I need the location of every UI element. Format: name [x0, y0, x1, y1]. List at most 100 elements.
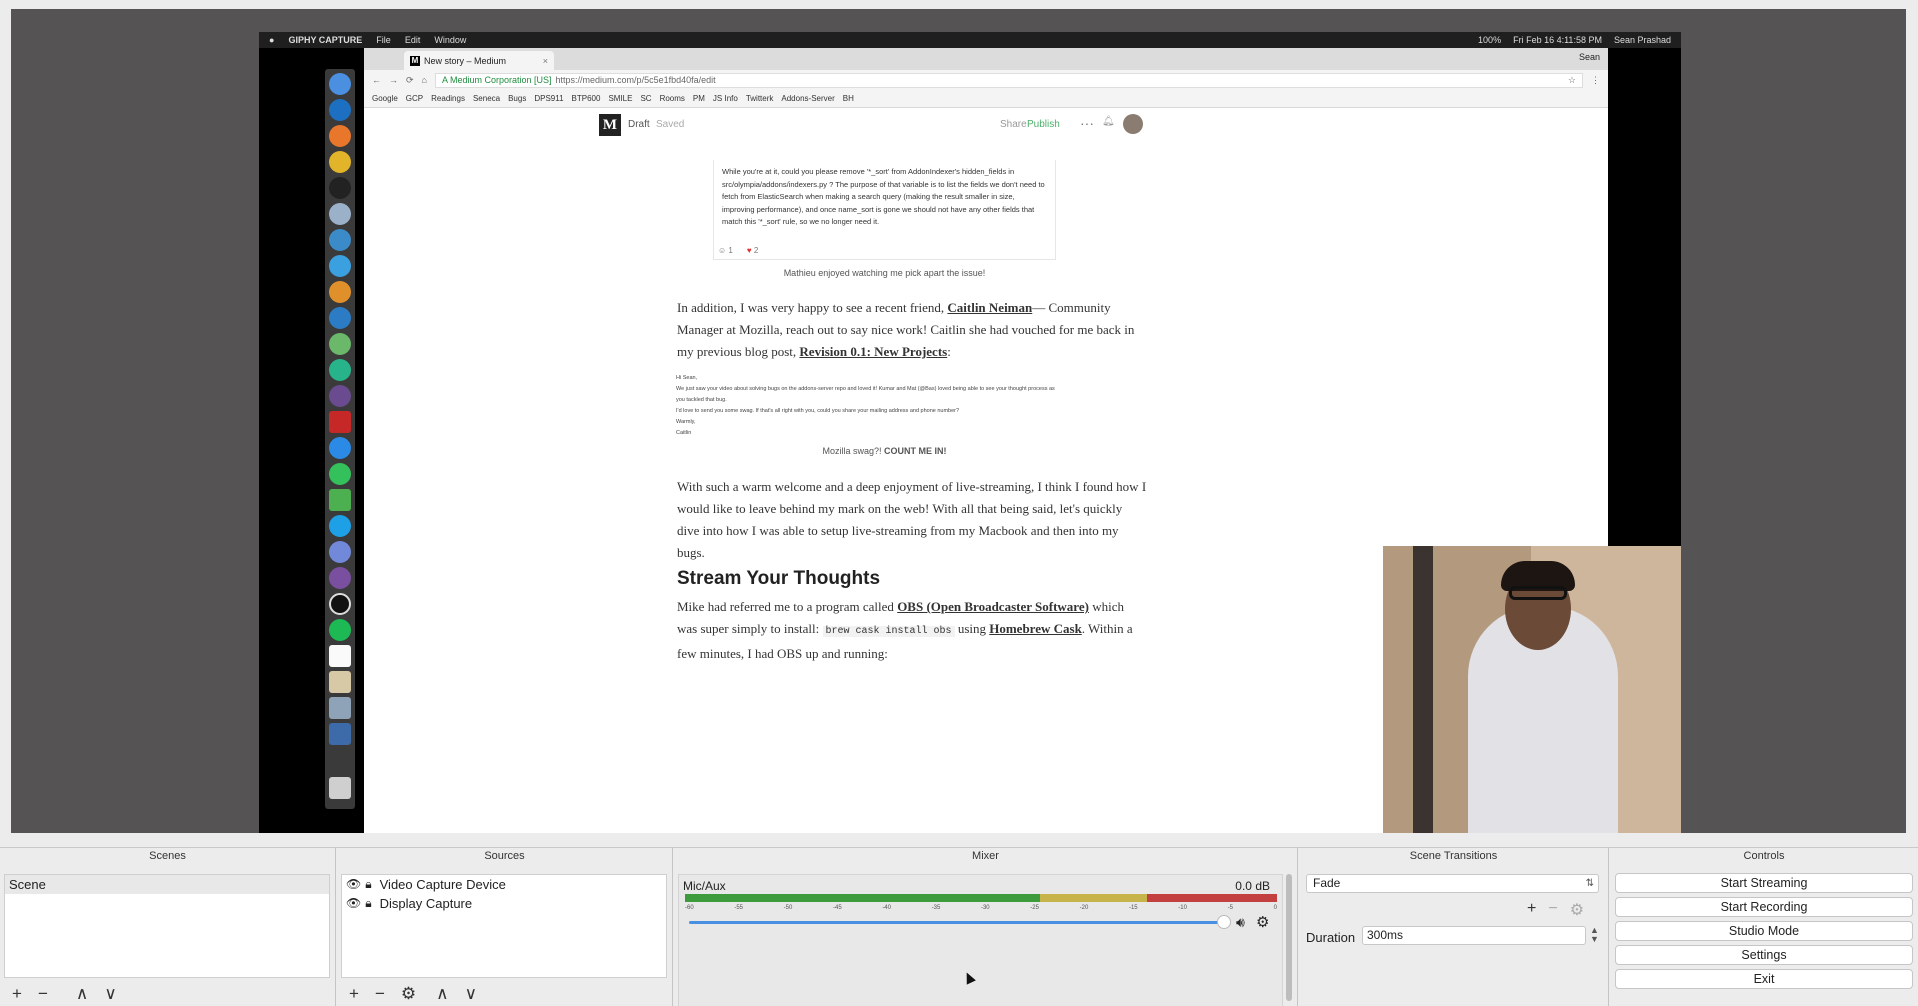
- bookmark-dps911[interactable]: DPS911: [534, 94, 563, 103]
- eye-icon[interactable]: 👁︎: [346, 896, 361, 911]
- clion-icon: [329, 359, 351, 381]
- link-caitlin[interactable]: Caitlin Neiman: [947, 300, 1032, 315]
- email-line: I'd love to send you some swag. If that'…: [676, 408, 960, 414]
- email-line: We just saw your video about solving bug…: [676, 386, 1055, 403]
- calendar-icon: [329, 645, 351, 667]
- remove-scene-button[interactable]: −: [38, 984, 48, 1004]
- transitions-panel: Scene Transitions Fade ⇅ + − ⚙ Duration …: [1299, 848, 1609, 1006]
- add-transition-button[interactable]: +: [1527, 900, 1536, 920]
- url-field[interactable]: A Medium Corporation [US] https://medium…: [434, 72, 1583, 88]
- source-item[interactable]: 👁︎ 🔒︎ Display Capture: [342, 894, 666, 913]
- skype-icon: [329, 515, 351, 537]
- bell-icon[interactable]: 🔔︎: [1102, 116, 1115, 127]
- eye-icon[interactable]: 👁︎: [346, 877, 361, 892]
- star-icon[interactable]: ☆: [1568, 75, 1576, 86]
- bookmark-pm[interactable]: PM: [693, 94, 705, 103]
- link-obs[interactable]: OBS (Open Broadcaster Software): [897, 599, 1089, 614]
- downloads-icon: [329, 723, 351, 745]
- bookmark-rooms[interactable]: Rooms: [660, 94, 685, 103]
- menubar-datetime: Fri Feb 16 4:11:58 PM: [1513, 35, 1602, 45]
- more-icon[interactable]: ···: [1080, 115, 1094, 131]
- finder-icon: [329, 73, 351, 95]
- lock-icon[interactable]: 🔒︎: [365, 896, 371, 911]
- browser-tab[interactable]: M New story – Medium ×: [404, 51, 554, 70]
- bookmark-gcp[interactable]: GCP: [406, 94, 423, 103]
- move-source-down-button[interactable]: ∨: [465, 984, 477, 1004]
- bookmark-sc[interactable]: SC: [640, 94, 651, 103]
- forward-icon[interactable]: →: [389, 75, 398, 85]
- reactions: ☺ 1 ♥ 2: [718, 245, 758, 258]
- publish-button[interactable]: Publish: [1027, 119, 1060, 130]
- meter-tick-label: -5: [1227, 905, 1233, 911]
- start-recording-button[interactable]: Start Recording: [1615, 897, 1913, 917]
- meter-tick-label: -60: [685, 905, 694, 911]
- scenes-list: Scene: [4, 874, 330, 978]
- obs-window: ● GIPHY CAPTURE File Edit Window 100% Fr…: [0, 0, 1918, 1006]
- duration-stepper[interactable]: ▲ ▼: [1590, 926, 1599, 944]
- meter-tick-label: -20: [1079, 905, 1089, 911]
- obs-icon: [329, 593, 351, 615]
- bookmark-addons-server[interactable]: Addons-Server: [781, 94, 834, 103]
- smile-reaction-count: 1: [728, 245, 733, 255]
- meter-tick-label: -10: [1178, 905, 1187, 911]
- share-button[interactable]: Share: [1000, 119, 1027, 130]
- source-item[interactable]: 👁︎ 🔒︎ Video Capture Device: [342, 875, 666, 894]
- studio-mode-button[interactable]: Studio Mode: [1615, 921, 1913, 941]
- add-source-button[interactable]: +: [349, 984, 359, 1004]
- bookmark-jsinfo[interactable]: JS Info: [713, 94, 738, 103]
- home-icon[interactable]: ⌂: [422, 75, 427, 85]
- bookmark-bugs[interactable]: Bugs: [508, 94, 526, 103]
- settings-button[interactable]: Settings: [1615, 945, 1913, 965]
- menu-icon[interactable]: ⋮: [1591, 75, 1600, 86]
- back-icon[interactable]: ←: [372, 75, 381, 85]
- controls-panel: Controls Start Streaming Start Recording…: [1610, 848, 1918, 1006]
- money-icon: [329, 489, 351, 511]
- profile-name[interactable]: Sean: [1579, 52, 1600, 62]
- bookmark-smile[interactable]: SMILE: [608, 94, 632, 103]
- bookmark-twitterk[interactable]: Twitterk: [746, 94, 774, 103]
- transition-gear-icon[interactable]: ⚙: [1570, 900, 1584, 920]
- bookmark-bh[interactable]: BH: [843, 94, 854, 103]
- link-homebrew-cask[interactable]: Homebrew Cask: [989, 621, 1082, 636]
- link-revision[interactable]: Revision 0.1: New Projects: [799, 344, 947, 359]
- scene-item[interactable]: Scene: [5, 875, 329, 894]
- bookmark-seneca[interactable]: Seneca: [473, 94, 500, 103]
- bookmark-btp600[interactable]: BTP600: [572, 94, 601, 103]
- duration-field[interactable]: 300ms: [1362, 926, 1586, 945]
- paragraph-obs: Mike had referred me to a program called…: [677, 596, 1147, 665]
- exit-button[interactable]: Exit: [1615, 969, 1913, 989]
- add-scene-button[interactable]: +: [12, 984, 22, 1004]
- user-avatar[interactable]: [1123, 114, 1143, 134]
- remove-source-button[interactable]: −: [375, 984, 385, 1004]
- firefox-icon: [329, 125, 351, 147]
- mixer-scrollbar[interactable]: [1286, 874, 1292, 1001]
- move-source-up-button[interactable]: ∧: [436, 984, 448, 1004]
- lock-icon[interactable]: 🔒︎: [365, 877, 371, 892]
- tab-close-icon[interactable]: ×: [543, 56, 548, 66]
- volume-slider[interactable]: [689, 921, 1229, 924]
- speaker-icon[interactable]: 🔊︎: [1236, 914, 1245, 931]
- mixer-channel-name: Mic/Aux: [683, 879, 726, 893]
- source-properties-button[interactable]: ⚙: [401, 984, 416, 1004]
- start-streaming-button[interactable]: Start Streaming: [1615, 873, 1913, 893]
- bookmark-readings[interactable]: Readings: [431, 94, 465, 103]
- mixer-gear-icon[interactable]: ⚙: [1256, 913, 1269, 931]
- volume-slider-handle[interactable]: [1216, 915, 1231, 929]
- menubar-edit: Edit: [404, 35, 421, 45]
- remove-transition-button[interactable]: −: [1548, 900, 1557, 920]
- preview-app-icon: [329, 697, 351, 719]
- mixer-channel: Mic/Aux 0.0 dB -60 -55 -50 -45 -40 -35 -30 -25-…: [678, 874, 1283, 1006]
- reload-icon[interactable]: ⟳: [406, 75, 414, 86]
- move-scene-up-button[interactable]: ∧: [76, 984, 88, 1004]
- bookmark-google[interactable]: Google: [372, 94, 398, 103]
- meter-tick-label: -15: [1128, 905, 1138, 911]
- meter-tick-label: -30: [980, 905, 990, 911]
- transition-selected: Fade: [1313, 876, 1341, 890]
- discord-icon: [329, 541, 351, 563]
- section-heading: Stream Your Thoughts: [677, 568, 881, 589]
- paragraph-obs-text-a: Mike had referred me to a program called: [677, 599, 898, 614]
- medium-logo[interactable]: M: [599, 114, 621, 136]
- terminal-icon: [329, 177, 351, 199]
- transition-select[interactable]: Fade ⇅: [1306, 874, 1599, 893]
- move-scene-down-button[interactable]: ∨: [104, 984, 116, 1004]
